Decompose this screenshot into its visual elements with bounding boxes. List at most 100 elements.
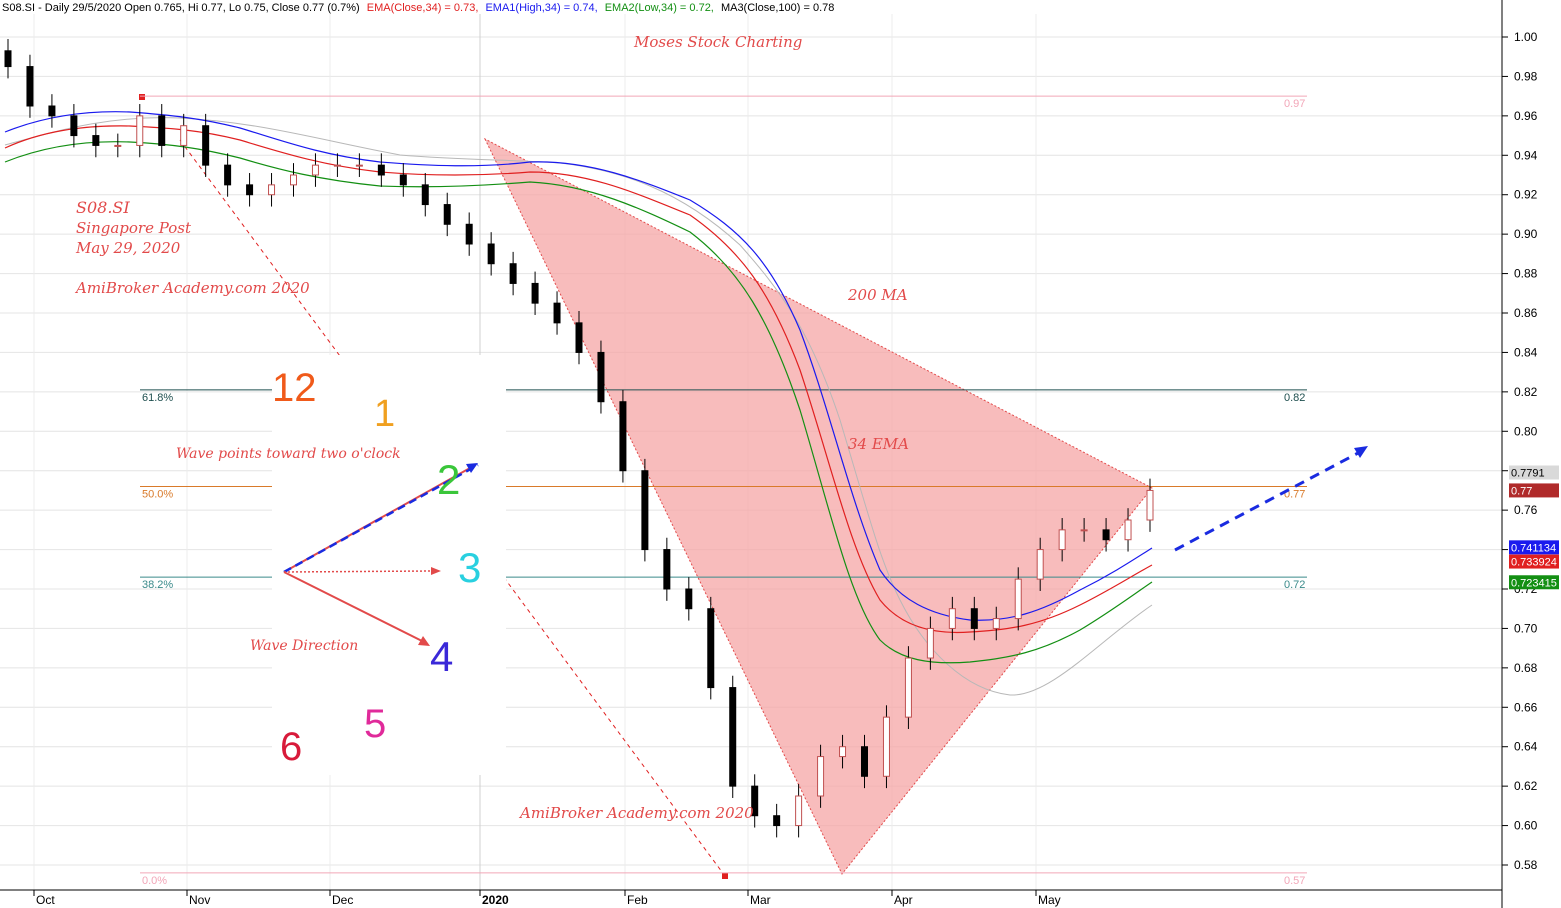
annotation-wave-direction: Wave Direction xyxy=(250,638,358,654)
x-tick-label: Oct xyxy=(36,893,55,907)
price-chart[interactable]: 61.8% 0.8250.0% 0.7738.2% 0.720.970.0% 0.57 … xyxy=(0,0,1561,908)
annotation-date: May 29, 2020 xyxy=(75,239,181,257)
candle-up xyxy=(268,184,276,196)
candle-down xyxy=(553,302,561,324)
y-tick-label: 0.98 xyxy=(1514,69,1538,83)
clock-6: 6 xyxy=(280,725,302,769)
price-badge-label: 0.7791 xyxy=(1511,467,1545,479)
annotation-brand: AmiBroker Academy.com 2020 xyxy=(74,279,310,297)
price-badge-label: 0.741134 xyxy=(1511,542,1556,554)
candle-down xyxy=(70,115,78,137)
candle-down xyxy=(92,135,100,146)
candle-down xyxy=(685,588,693,610)
annotation-200ma: 200 MA xyxy=(847,286,908,304)
candle-down xyxy=(509,263,517,284)
candle-down xyxy=(246,184,254,196)
fib-price-label: 0.72 xyxy=(1284,579,1305,591)
candle-up xyxy=(926,627,934,659)
candle-up xyxy=(333,164,341,167)
annotation-ticker: S08.SI xyxy=(76,198,130,217)
candle-down xyxy=(48,105,56,117)
x-tick-label: Dec xyxy=(332,893,353,907)
candle-up xyxy=(839,746,847,758)
fib-percent-label: 50.0% xyxy=(142,488,173,500)
header-ema: EMA(Close,34) = 0.73, xyxy=(367,2,479,14)
fib-percent-label: 38.2% xyxy=(142,579,173,591)
y-tick-label: 0.84 xyxy=(1514,345,1538,359)
fib-percent-label: 61.8% xyxy=(142,392,173,404)
annotation-company: Singapore Post xyxy=(76,219,192,237)
header-ma3: MA3(Close,100) = 0.78 xyxy=(721,2,834,14)
candle-down xyxy=(202,125,210,166)
clock-1: 1 xyxy=(374,393,395,435)
candle-down xyxy=(597,351,605,403)
header-ema2: EMA2(Low,34) = 0.72, xyxy=(605,2,714,14)
y-tick-label: 0.68 xyxy=(1514,661,1538,675)
candle-down xyxy=(487,243,495,265)
annotation-wave-points: Wave points toward two o'clock xyxy=(176,446,401,462)
clock-2: 2 xyxy=(437,456,460,503)
candle-down xyxy=(1102,529,1110,541)
projection-arrow xyxy=(1174,450,1361,552)
candle-up xyxy=(992,618,1000,629)
candle-up xyxy=(1124,519,1132,541)
fib-price-label: 0.57 xyxy=(1284,875,1305,887)
header-ema1: EMA1(High,34) = 0.74, xyxy=(485,2,597,14)
price-badges: 0.7791 0.77 0.741134 0.733924 0.723415 xyxy=(1509,465,1559,590)
clock-3: 3 xyxy=(458,544,481,591)
candle-down xyxy=(224,164,232,186)
price-badge-label: 0.733924 xyxy=(1511,557,1557,569)
clock-4: 4 xyxy=(430,633,453,680)
candle-down xyxy=(619,401,627,472)
candle-down xyxy=(531,282,539,304)
candle-down xyxy=(575,322,583,353)
candle-up xyxy=(1058,529,1066,551)
y-tick-label: 0.86 xyxy=(1514,306,1538,320)
x-tick-label: Apr xyxy=(894,893,913,907)
x-axis-ticks: Oct Nov Dec 2020 Feb Mar Apr May xyxy=(33,890,1061,907)
candle-up xyxy=(1080,529,1088,532)
y-tick-label: 0.76 xyxy=(1514,503,1538,517)
candle-down xyxy=(377,164,385,176)
y-tick-label: 0.62 xyxy=(1514,779,1538,793)
y-tick-label: 0.88 xyxy=(1514,267,1538,281)
trendline-end-marker xyxy=(722,873,728,879)
candle-up xyxy=(882,716,890,777)
fib-percent-label: 0.0% xyxy=(142,875,167,887)
candle-down xyxy=(663,549,671,590)
y-tick-label: 0.66 xyxy=(1514,700,1538,714)
clock-12: 12 xyxy=(272,366,317,410)
y-tick-label: 0.90 xyxy=(1514,227,1538,241)
candle-up xyxy=(904,657,912,718)
y-tick-label: 0.80 xyxy=(1514,424,1538,438)
candle-up xyxy=(1036,549,1044,580)
annotation-title: Moses Stock Charting xyxy=(633,33,802,51)
candle-down xyxy=(861,746,868,777)
y-tick-label: 1.00 xyxy=(1514,30,1538,44)
fib-price-label: 0.97 xyxy=(1284,98,1305,110)
y-tick-label: 0.96 xyxy=(1514,109,1538,123)
candle-up xyxy=(180,125,188,146)
y-axis-ticks: 1.00 0.98 0.96 0.94 0.92 0.90 0.88 0.86 0.84 0.82… xyxy=(1502,30,1538,872)
y-tick-label: 0.94 xyxy=(1514,148,1538,162)
candle-down xyxy=(465,223,473,245)
candle-up xyxy=(948,608,956,629)
candle-up xyxy=(795,795,803,827)
candle-down xyxy=(970,608,978,629)
trendline-start-marker xyxy=(139,94,145,100)
y-tick-label: 0.82 xyxy=(1514,385,1538,399)
projection-arrowhead xyxy=(1354,446,1368,458)
candle-up xyxy=(311,164,319,176)
candle-up xyxy=(114,144,122,147)
candle-down xyxy=(4,50,12,68)
price-badge-label: 0.77 xyxy=(1511,485,1532,497)
y-tick-label: 0.92 xyxy=(1514,188,1538,202)
candle-down xyxy=(641,470,649,551)
candle-down xyxy=(399,174,407,186)
clock-5: 5 xyxy=(364,702,386,746)
chart-header: S08.SI - Daily 29/5/2020 Open 0.765, Hi … xyxy=(2,2,834,14)
fib-price-label: 0.82 xyxy=(1284,392,1305,404)
candle-up xyxy=(1014,578,1022,620)
y-tick-label: 0.58 xyxy=(1514,858,1538,872)
candle-down xyxy=(443,204,451,225)
